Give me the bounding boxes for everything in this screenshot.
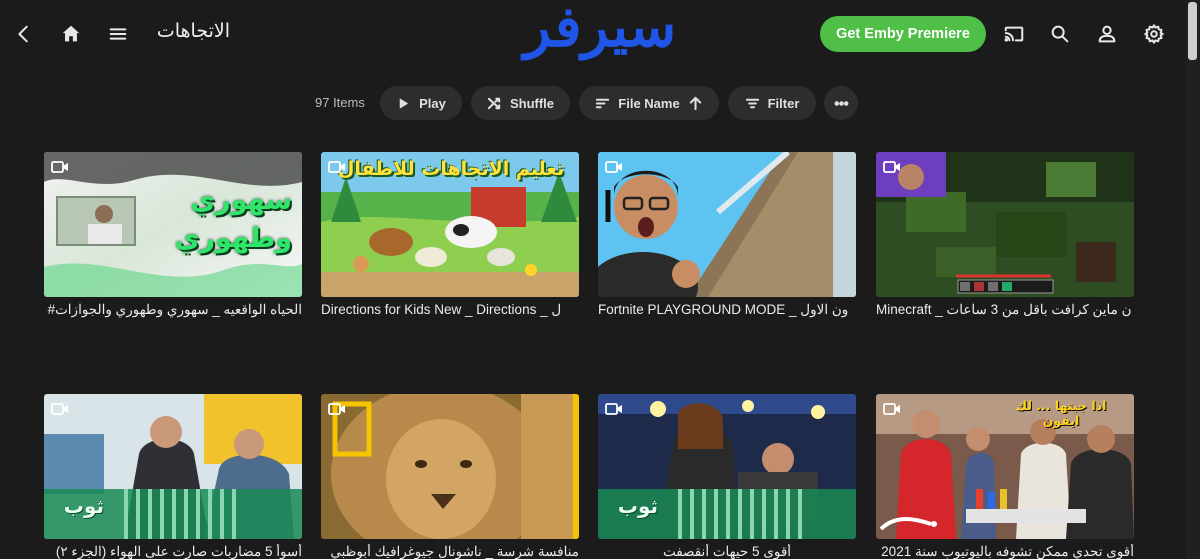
sort-button[interactable]: File Name [579, 86, 719, 120]
filter-button[interactable]: Filter [728, 86, 816, 120]
video-icon [51, 401, 69, 415]
thumbnail-title-text: اذا جبتها ... لك ايفون [1015, 398, 1107, 428]
play-button[interactable]: Play [380, 86, 462, 120]
menu-icon[interactable] [104, 20, 132, 48]
home-icon[interactable] [57, 20, 85, 48]
thumbnail-title-text: سهوري وطهوري [174, 185, 292, 254]
play-label: Play [419, 95, 446, 111]
media-title[interactable]: أقوى 5 حيهات أنقصفت [598, 544, 856, 559]
arrow-up-icon [689, 96, 701, 110]
back-icon[interactable] [10, 20, 38, 48]
thumbnail-logo-text: ثوب [617, 494, 659, 518]
more-options-button[interactable] [824, 86, 858, 120]
item-count: 97 Items [315, 95, 365, 110]
thumbnail-title-text: تعليم الاتجاهات للاطفال [337, 158, 565, 180]
video-icon [51, 159, 69, 173]
video-icon [883, 401, 901, 415]
thumbnail[interactable] [598, 152, 856, 297]
media-title[interactable]: أسوأ 5 مضاربات صارت على الهواء (الجزء ٢) [44, 544, 302, 559]
sort-icon [596, 98, 610, 108]
media-title[interactable]: الحياه الواقعيه _ سهوري وطهوري والجوازات… [44, 302, 302, 318]
shuffle-icon [487, 97, 501, 109]
video-icon [328, 401, 346, 415]
video-icon [605, 401, 623, 415]
media-title[interactable]: أقوى تحدي ممكن تشوفه باليوتيوب سنة 2021 [876, 544, 1134, 559]
sort-label: File Name [618, 95, 680, 111]
play-icon [399, 97, 409, 109]
shuffle-label: Shuffle [509, 95, 555, 111]
media-title[interactable]: Fortnite PLAYGROUND MODE _ ون الاول [598, 302, 856, 318]
media-title[interactable]: Minecraft _ ن ماين كرافت باقل من 3 ساعات [876, 302, 1134, 318]
video-icon [605, 159, 623, 173]
page-title: الاتجاهات [156, 20, 230, 42]
scrollbar-thumb[interactable] [1188, 2, 1197, 60]
thumbnail[interactable]: تعليم الاتجاهات للاطفال [321, 152, 579, 297]
video-icon [883, 159, 901, 173]
user-icon[interactable] [1093, 20, 1121, 48]
server-logo: سيرفر [523, 0, 677, 60]
cast-icon[interactable] [1000, 20, 1028, 48]
search-icon[interactable] [1046, 20, 1074, 48]
thumbnail[interactable]: اذا جبتها ... لك ايفون [876, 394, 1134, 539]
gear-icon[interactable] [1140, 20, 1168, 48]
media-title[interactable]: Directions for Kids New _ Directions _ ل [321, 302, 579, 318]
thumbnail[interactable] [876, 152, 1134, 297]
thumbnail[interactable]: ثوب [598, 394, 856, 539]
thumbnail[interactable] [321, 394, 579, 539]
thumbnail-logo-text: ثوب [63, 494, 105, 518]
media-title[interactable]: منافسة شرسة _ ناشونال جيوغرافيك أبوظبي [321, 544, 579, 559]
shuffle-button[interactable]: Shuffle [471, 86, 570, 120]
thumbnail[interactable]: ثوب [44, 394, 302, 539]
more-icon [834, 100, 848, 106]
filter-label: Filter [767, 95, 800, 111]
page-scrollbar[interactable] [1186, 0, 1200, 559]
video-icon [328, 159, 346, 173]
filter-icon [745, 98, 759, 108]
thumbnail[interactable]: سهوري وطهوري [44, 152, 302, 297]
top-header: الاتجاهات سيرفر Get Emby Premiere [0, 0, 1200, 70]
get-premiere-button[interactable]: Get Emby Premiere [820, 16, 986, 52]
